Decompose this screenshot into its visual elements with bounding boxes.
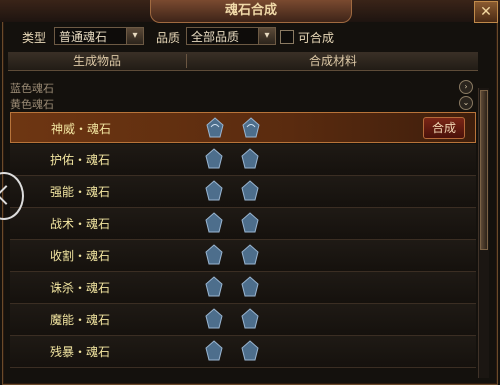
- soulstone-material-icon: [240, 244, 260, 266]
- recipe-name: 神威・魂石: [51, 122, 112, 136]
- soulstone-material-icon: [204, 212, 224, 234]
- category-blue[interactable]: 蓝色魂石: [10, 80, 54, 96]
- header-generated: 生成物品: [72, 54, 121, 68]
- recipe-row[interactable]: 战术・魂石: [10, 208, 476, 240]
- craftable-checkbox[interactable]: [280, 30, 294, 44]
- header-divider: [186, 54, 187, 68]
- soulstone-material-icon: [204, 244, 224, 266]
- scrollbar-thumb[interactable]: [480, 90, 488, 250]
- recipe-name: 收割・魂石: [50, 249, 111, 263]
- recipe-row[interactable]: 残暴・魂石: [10, 336, 476, 368]
- chevron-right-icon[interactable]: ›: [459, 80, 473, 94]
- soulstone-material-icon: [204, 180, 224, 202]
- soulstone-material-icon: [240, 308, 260, 330]
- window-title: 魂石合成: [150, 0, 352, 23]
- recipe-row[interactable]: 强能・魂石: [10, 176, 476, 208]
- quality-select[interactable]: 全部品质 ▾: [186, 27, 276, 45]
- craft-button[interactable]: 合成: [423, 117, 465, 139]
- recipe-row[interactable]: 神威・魂石 合成: [10, 112, 476, 143]
- title-ornament-right: [352, 0, 492, 22]
- title-bar: 魂石合成 ✕: [0, 0, 500, 23]
- soulstone-window: 魂石合成 ✕ 类型 普通魂石 ▾ 品质 全部品质 ▾ 可合成 生成物品 合成材料…: [0, 0, 500, 385]
- quality-select-value: 全部品质: [191, 30, 240, 44]
- recipe-row[interactable]: 魔能・魂石: [10, 304, 476, 336]
- soulstone-material-icon: [204, 148, 224, 170]
- soulstone-material-icon: [240, 276, 260, 298]
- chevron-down-icon[interactable]: ▾: [258, 28, 275, 44]
- soulstone-material-icon: [205, 117, 225, 139]
- soulstone-material-icon: [240, 148, 260, 170]
- recipe-name: 诛杀・魂石: [50, 281, 111, 295]
- soulstone-material-icon: [240, 212, 260, 234]
- soulstone-material-icon: [204, 340, 224, 362]
- table-header: 生成物品 合成材料: [8, 52, 478, 71]
- soulstone-material-icon: [240, 180, 260, 202]
- header-materials: 合成材料: [308, 54, 357, 68]
- recipe-name: 强能・魂石: [50, 185, 111, 199]
- soulstone-material-icon: [240, 340, 260, 362]
- recipe-row[interactable]: 诛杀・魂石: [10, 272, 476, 304]
- soulstone-material-icon: [204, 308, 224, 330]
- title-ornament-left: [6, 0, 146, 22]
- chevron-down-icon[interactable]: ▾: [126, 28, 143, 44]
- craftable-label: 可合成: [298, 31, 335, 45]
- recipe-name: 护佑・魂石: [50, 153, 111, 167]
- close-icon[interactable]: ✕: [474, 1, 498, 23]
- soulstone-material-icon: [204, 276, 224, 298]
- category-yellow[interactable]: 黄色魂石: [10, 96, 54, 112]
- type-select-value: 普通魂石: [59, 30, 108, 44]
- scrollbar[interactable]: [478, 88, 489, 378]
- recipe-name: 战术・魂石: [50, 217, 111, 231]
- type-label: 类型: [22, 31, 47, 45]
- recipe-row[interactable]: 收割・魂石: [10, 240, 476, 272]
- quality-label: 品质: [156, 31, 181, 45]
- filter-bar: 类型 普通魂石 ▾ 品质 全部品质 ▾ 可合成: [10, 26, 488, 50]
- recipe-name: 残暴・魂石: [50, 345, 111, 359]
- soulstone-material-icon: [241, 117, 261, 139]
- chevron-down-icon[interactable]: ⌄: [459, 96, 473, 110]
- recipe-name: 魔能・魂石: [50, 313, 111, 327]
- recipe-row[interactable]: 护佑・魂石: [10, 144, 476, 176]
- type-select[interactable]: 普通魂石 ▾: [54, 27, 144, 45]
